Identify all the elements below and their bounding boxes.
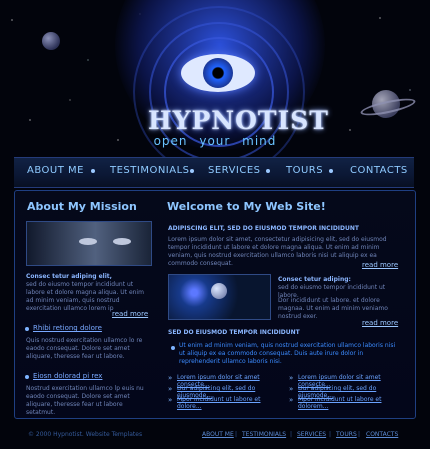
footer-link-contacts[interactable]: CONTACTS	[366, 431, 398, 438]
footer-separator: |	[290, 431, 293, 438]
welcome-lead-heading: ADIPISCING ELIT, SED DO EIUSMOD TEMPOR I…	[168, 225, 360, 232]
dot-icon	[171, 346, 175, 350]
mission-subtitle: Consec tetur adiping elit,	[26, 273, 112, 280]
site-logo[interactable]: HYPNOTIST	[148, 106, 328, 135]
welcome-title: Welcome to My Web Site!	[167, 200, 326, 213]
welcome-read-more-link[interactable]: read more	[362, 261, 398, 269]
mission-item2-link[interactable]: Eiosn dolorad pi rex	[33, 372, 102, 380]
dot-icon	[25, 327, 29, 331]
welcome-read-more-link-2[interactable]: read more	[362, 319, 398, 327]
mission-item1-link[interactable]: Rhibi retiong dolore	[33, 324, 102, 332]
main-navigation: ABOUT ME TESTIMONIALS SERVICES TOURS CON…	[14, 157, 414, 188]
mission-item1-text: Quis nostrud exercitation ullamco lo re …	[26, 337, 143, 360]
footer-separator: |	[235, 431, 238, 438]
footer-link-testimonials[interactable]: TESTIMONIALS	[242, 431, 286, 438]
hero-ring-3	[133, 6, 305, 178]
eye-icon	[181, 54, 255, 92]
welcome-sub-text-2: Dor incididunt ut labore. et dolore magn…	[278, 297, 388, 320]
mission-paragraph: sed do eiusmo tempor incididunt ut labor…	[26, 281, 144, 312]
mission-title: About My Mission	[27, 200, 137, 213]
double-chevron-right-icon: »	[289, 385, 294, 393]
welcome-section2-text: Ut enim ad minim veniam, quis nostrud ex…	[179, 342, 396, 365]
footer-separator: |	[329, 431, 332, 438]
mission-read-more-link[interactable]: read more	[112, 310, 148, 318]
footer-link-about-me[interactable]: ABOUT ME	[202, 431, 234, 438]
welcome-link-left-3[interactable]: Mpor incididunt ut labore et dolore...	[177, 396, 283, 410]
dot-icon	[25, 375, 29, 379]
dot-icon	[190, 169, 194, 173]
dot-icon	[91, 169, 95, 173]
footer-link-services[interactable]: SERVICES	[297, 431, 326, 438]
welcome-subtitle: Consec tetur adiping:	[278, 276, 351, 283]
dot-icon	[266, 169, 270, 173]
welcome-section2-title: SED DO EIUSMOD TEMPOR INCIDIDUNT	[168, 329, 300, 336]
double-chevron-right-icon: »	[168, 385, 173, 393]
mission-eyes-image	[26, 221, 152, 266]
footer-separator: |	[358, 431, 361, 438]
double-chevron-right-icon: »	[168, 374, 173, 382]
dot-icon	[329, 169, 333, 173]
double-chevron-right-icon: »	[289, 396, 294, 404]
welcome-space-image	[168, 274, 271, 320]
ringed-planet-icon	[372, 90, 400, 118]
mission-item2-text: Nostrud exercitation ullamco lp euis nu …	[26, 385, 144, 416]
planet-left-icon	[42, 32, 60, 50]
footer-link-tours[interactable]: TOURS	[336, 431, 357, 438]
nav-about-me[interactable]: ABOUT ME	[27, 165, 84, 176]
iris	[203, 58, 233, 88]
nav-testimonials[interactable]: TESTIMONIALS	[110, 165, 190, 176]
footer-copyright: © 2000 Hypnotist. Website Templates	[28, 431, 143, 438]
welcome-link-right-3[interactable]: Mpor incididunt ut labore et dolorem...	[298, 396, 404, 410]
double-chevron-right-icon: »	[168, 396, 173, 404]
nav-services[interactable]: SERVICES	[208, 165, 261, 176]
nav-contacts[interactable]: CONTACTS	[350, 165, 408, 176]
nav-tours[interactable]: TOURS	[286, 165, 323, 176]
double-chevron-right-icon: »	[289, 374, 294, 382]
site-tagline: open your mind	[153, 134, 277, 148]
